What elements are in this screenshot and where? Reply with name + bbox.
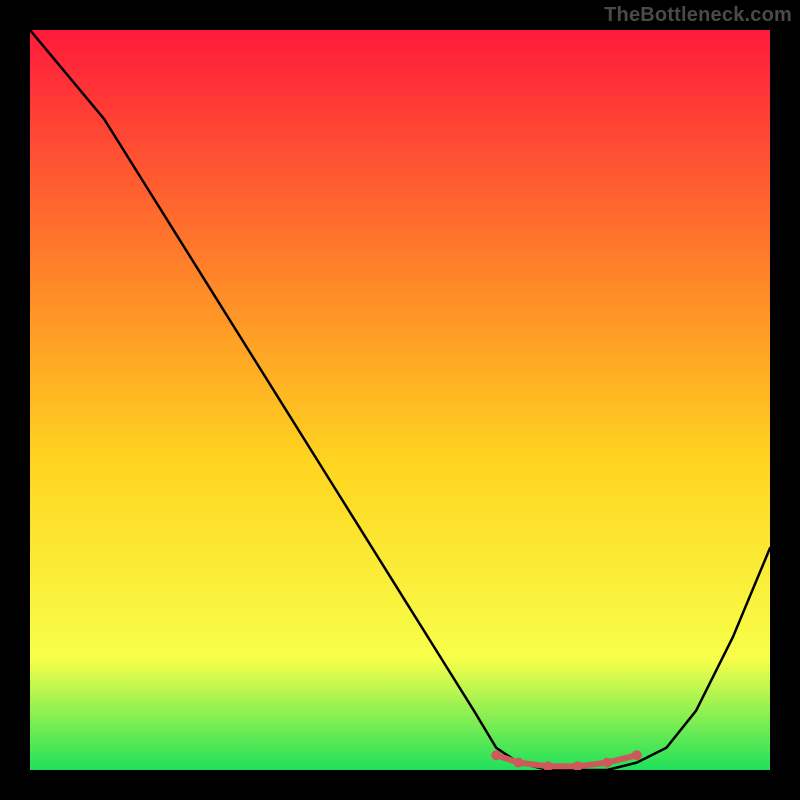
plot-area bbox=[30, 30, 770, 770]
marker-dot bbox=[513, 758, 523, 768]
chart-svg bbox=[30, 30, 770, 770]
chart-frame: TheBottleneck.com bbox=[0, 0, 800, 800]
watermark-text: TheBottleneck.com bbox=[604, 4, 792, 27]
gradient-background bbox=[30, 30, 770, 770]
marker-dot bbox=[602, 758, 612, 768]
marker-dot bbox=[632, 750, 642, 760]
marker-dot bbox=[491, 750, 501, 760]
